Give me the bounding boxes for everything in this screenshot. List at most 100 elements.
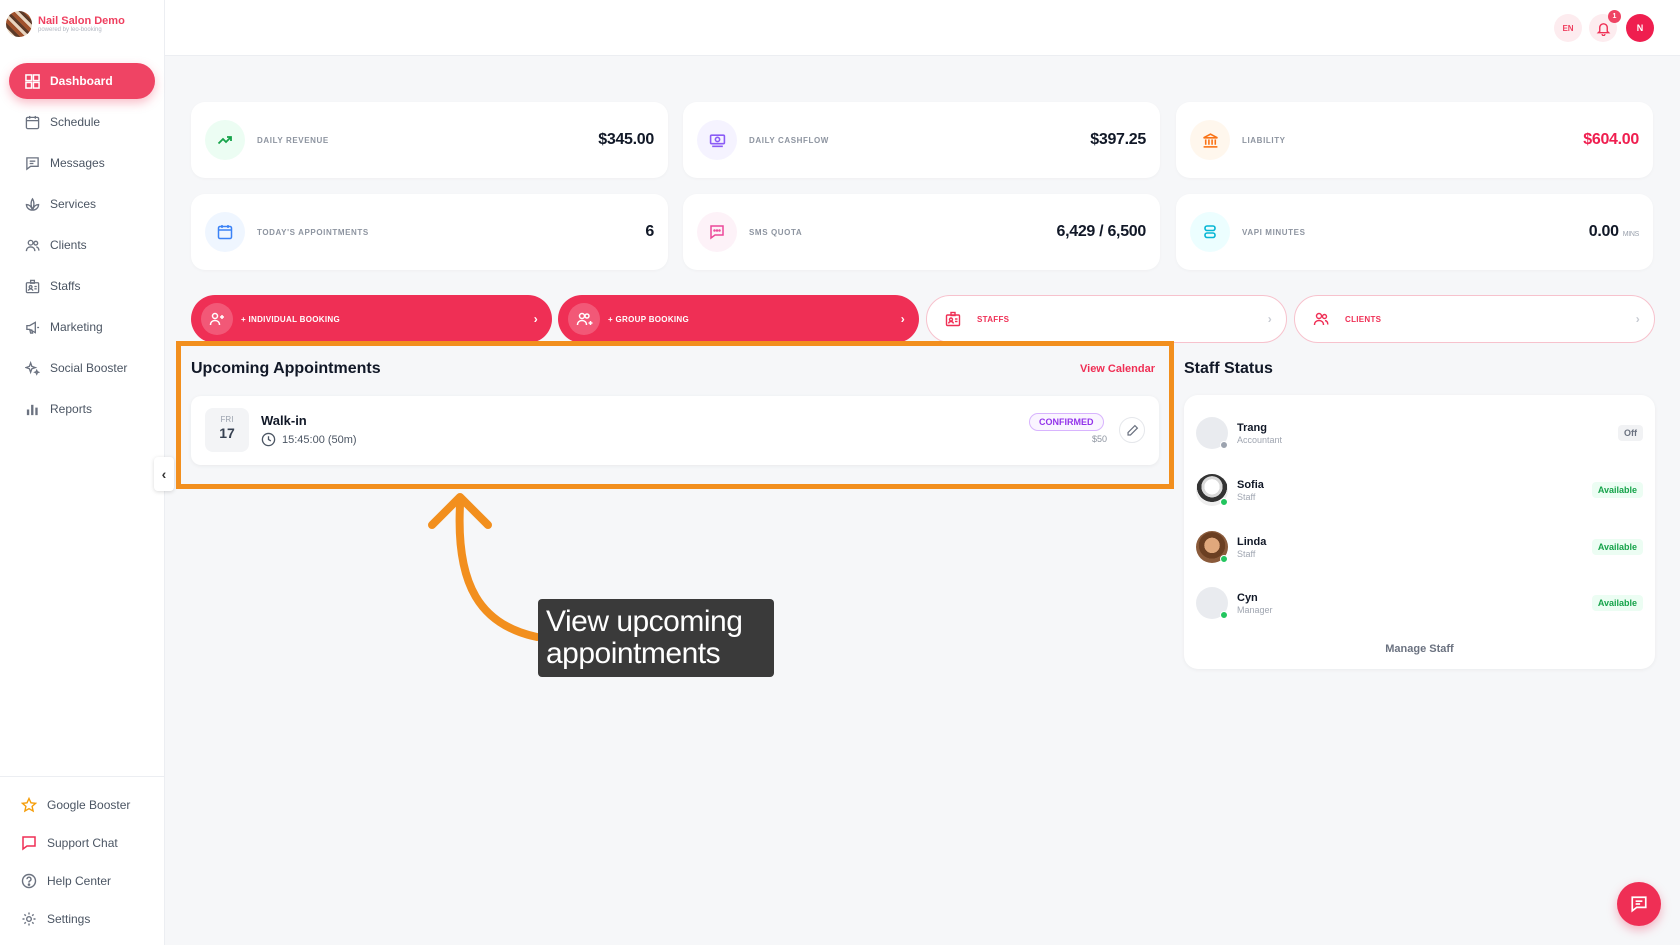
appointment-price: $50 [1091,434,1107,444]
sidebar-item-label: Support Chat [47,836,118,850]
sidebar-item-label: Google Booster [47,798,131,812]
sidebar: Nail Salon Demo powered by leo-booking D… [0,0,165,945]
star-icon [20,796,38,814]
chat-icon [20,834,38,852]
stat-label: Daily Revenue [257,135,329,145]
sidebar-item-schedule[interactable]: Schedule [9,104,155,140]
annotation-tooltip: View upcoming appointments [538,599,774,677]
calendar-icon [205,212,245,252]
annotation-arrow [428,493,541,641]
stat-card-sms-quota: SMS Quota 6,429 / 6,500 [683,194,1160,270]
status-dot [1220,611,1228,619]
vapi-minutes-value: 0.00 [1588,223,1619,240]
avatar [1196,531,1228,563]
view-calendar-link[interactable]: View Calendar [1080,363,1155,375]
stat-label: Liability [1242,135,1286,145]
database-icon [1190,212,1230,252]
sidebar-item-settings[interactable]: Settings [9,901,155,937]
bell-icon [1596,22,1610,36]
sidebar-item-marketing[interactable]: Marketing [9,309,155,345]
topbar: EN 1 N [165,0,1680,56]
staff-status-badge: Available [1591,482,1643,498]
stat-value: $397.25 [1090,131,1146,148]
staff-status-card: Trang Accountant Off Sofia Staff Availab… [1184,395,1655,669]
users-icon [23,236,41,254]
brand[interactable]: Nail Salon Demo powered by leo-booking [0,0,164,48]
staff-row[interactable]: Cyn Manager Available [1196,583,1643,623]
sidebar-item-label: Schedule [50,115,101,129]
stat-card-vapi-minutes: Vapi Minutes 0.00 MINS [1176,194,1653,270]
staff-name: Linda [1237,535,1267,548]
individual-booking-button[interactable]: + Individual Booking › [191,295,552,343]
sidebar-item-label: Help Center [47,874,112,888]
sidebar-item-social-booster[interactable]: Social Booster [9,350,155,386]
user-avatar[interactable]: N [1626,14,1654,42]
sms-icon [697,212,737,252]
edit-appointment-button[interactable] [1119,417,1145,443]
appointment-time: 15:45:00 (50m) [261,432,357,447]
lotus-icon [23,195,41,213]
help-icon [20,872,38,890]
sidebar-item-help-center[interactable]: Help Center [9,863,155,899]
stat-card-liability: Liability $604.00 [1176,102,1653,178]
gear-icon [20,910,38,928]
staff-status-badge: Available [1591,539,1643,555]
id-card-icon [23,277,41,295]
stat-value: $604.00 [1583,131,1639,148]
chevron-right-icon: › [533,312,538,326]
stat-value: $345.00 [598,131,654,148]
trending-up-icon [205,120,245,160]
sidebar-item-reports[interactable]: Reports [9,391,155,427]
chevron-right-icon: › [900,312,905,326]
sidebar-item-messages[interactable]: Messages [9,145,155,181]
sparkles-icon [23,359,41,377]
stat-card-todays-appointments: Today's Appointments 6 [191,194,668,270]
chevron-left-icon: ‹ [161,466,167,482]
sidebar-item-staffs[interactable]: Staffs [9,268,155,304]
stat-value: 6 [645,223,654,240]
staff-status-badge: Off [1618,425,1643,441]
notifications-button[interactable]: 1 [1589,10,1621,42]
staff-role: Manager [1237,604,1273,615]
appointment-day-of-week: FRI [220,415,234,424]
cash-icon [697,120,737,160]
manage-staff-link[interactable]: Manage Staff [1184,643,1655,655]
brand-logo [6,11,32,37]
stat-label: Daily Cashflow [749,135,829,145]
stat-label: SMS Quota [749,227,803,237]
id-card-icon [937,303,969,335]
sidebar-item-support-chat[interactable]: Support Chat [9,825,155,861]
staff-row[interactable]: Sofia Staff Available [1196,470,1643,510]
vapi-minutes-unit: MINS [1622,231,1640,238]
sidebar-item-services[interactable]: Services [9,186,155,222]
sidebar-item-label: Social Booster [50,361,128,375]
brand-subtitle: powered by leo-booking [38,27,102,34]
sidebar-item-dashboard[interactable]: Dashboard [9,63,155,99]
users-plus-icon [568,303,600,335]
staff-row[interactable]: Trang Accountant Off [1196,413,1643,453]
sidebar-item-label: Messages [50,156,105,170]
appointment-card[interactable]: FRI 17 Walk-in 15:45:00 (50m) CONFIRMED … [191,396,1159,465]
sidebar-item-label: Settings [47,912,91,926]
brand-name: Nail Salon Demo [38,14,125,27]
notification-count-badge: 1 [1608,10,1621,23]
action-label: Staffs [977,314,1010,324]
staff-name: Trang [1237,421,1267,434]
staff-role: Staff [1237,548,1256,559]
message-icon [23,154,41,172]
staffs-button[interactable]: Staffs › [926,295,1287,343]
avatar [1196,587,1228,619]
chat-fab-button[interactable] [1617,882,1661,926]
staff-role: Accountant [1237,434,1283,445]
group-booking-button[interactable]: + Group Booking › [558,295,919,343]
staff-row[interactable]: Linda Staff Available [1196,527,1643,567]
clients-button[interactable]: Clients › [1294,295,1655,343]
collapse-sidebar-button[interactable]: ‹ [154,457,174,491]
language-switcher[interactable]: EN [1554,14,1582,42]
status-dot [1220,555,1228,563]
status-dot [1220,498,1228,506]
appointment-day: 17 [219,425,235,441]
clock-icon [261,432,276,447]
sidebar-item-clients[interactable]: Clients [9,227,155,263]
sidebar-item-google-booster[interactable]: Google Booster [9,787,155,823]
